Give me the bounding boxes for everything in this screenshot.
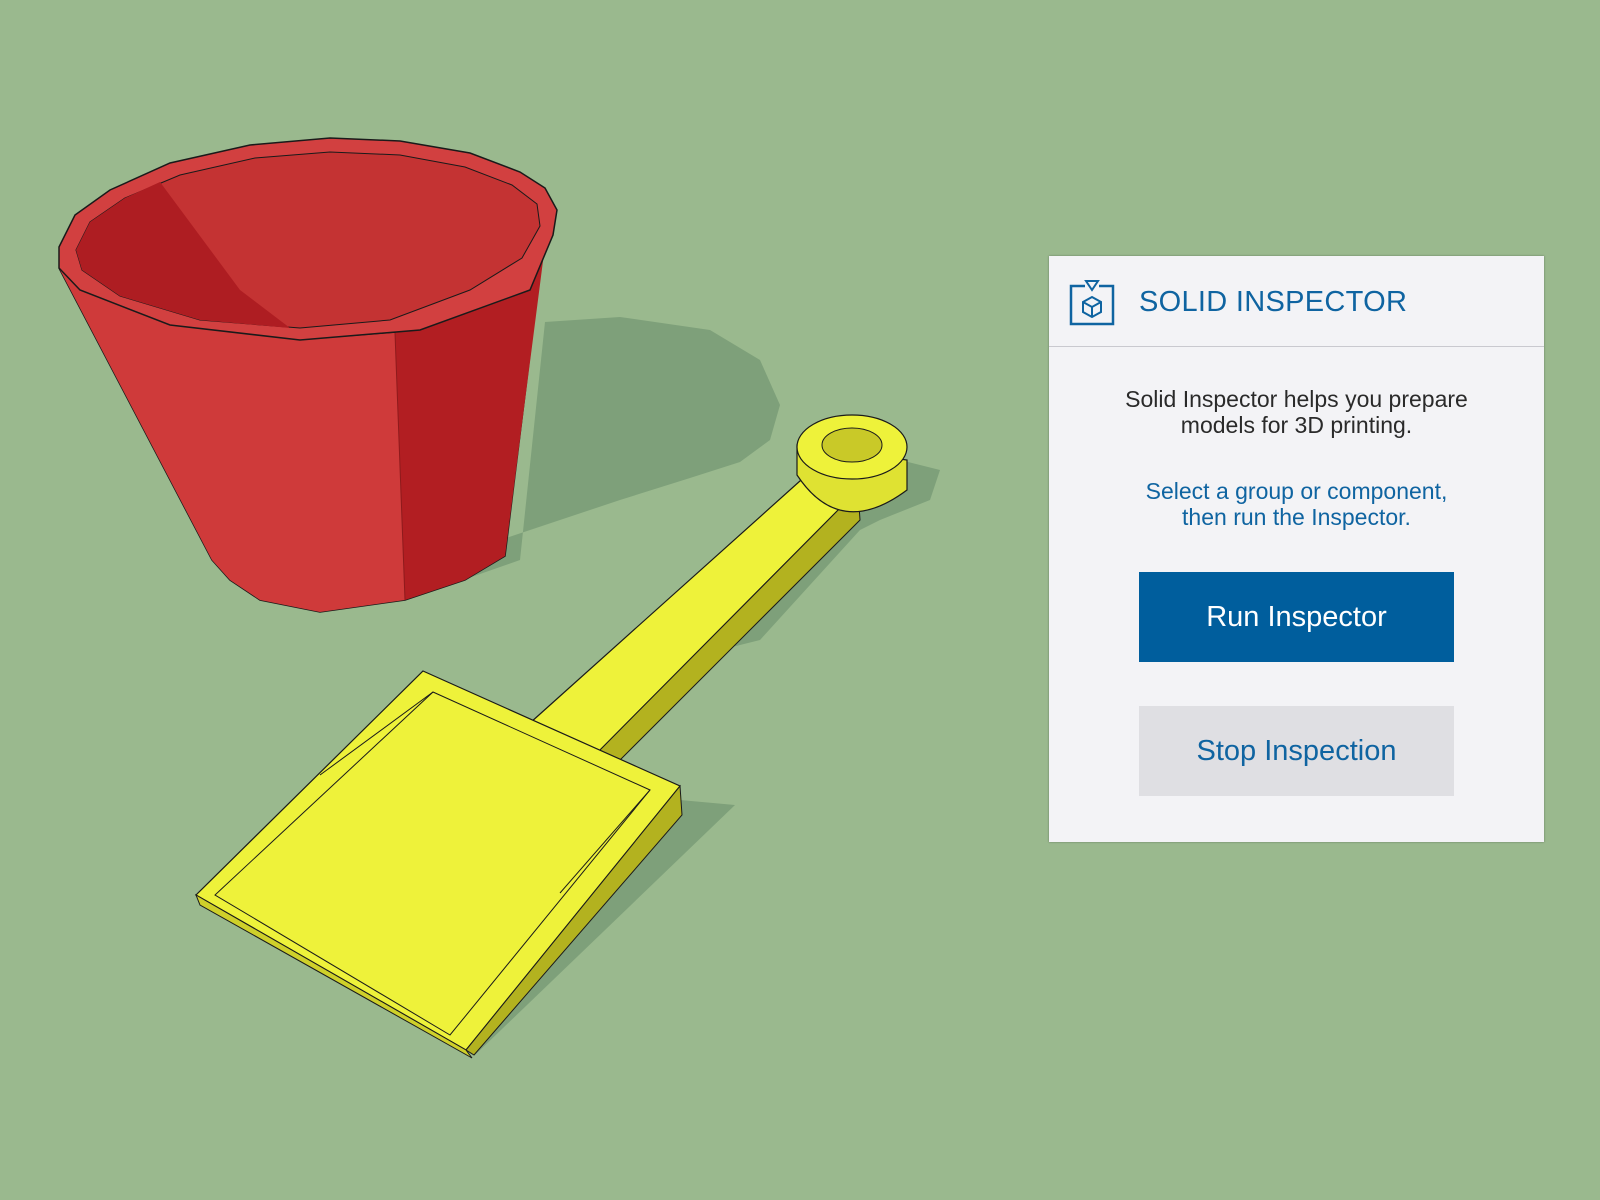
run-inspector-button[interactable]: Run Inspector	[1139, 572, 1454, 662]
panel-header: SOLID INSPECTOR	[1049, 256, 1544, 347]
panel-title: SOLID INSPECTOR	[1139, 286, 1408, 318]
description-line-2: models for 3D printing.	[1180, 412, 1413, 438]
panel-description: Solid Inspector helps you prepare models…	[1079, 386, 1514, 438]
handle-ring-hole	[821, 427, 883, 463]
stop-inspection-button[interactable]: Stop Inspection	[1139, 706, 1454, 796]
hint-line-2: then run the Inspector.	[1182, 504, 1411, 530]
panel-hint: Select a group or component, then run th…	[1079, 478, 1514, 530]
solid-inspector-panel: SOLID INSPECTOR Solid Inspector helps yo…	[1049, 256, 1544, 842]
hint-line-1: Select a group or component,	[1145, 478, 1448, 504]
description-line-1: Solid Inspector helps you prepare	[1125, 386, 1468, 412]
solid-inspector-cube-icon	[1069, 280, 1115, 326]
